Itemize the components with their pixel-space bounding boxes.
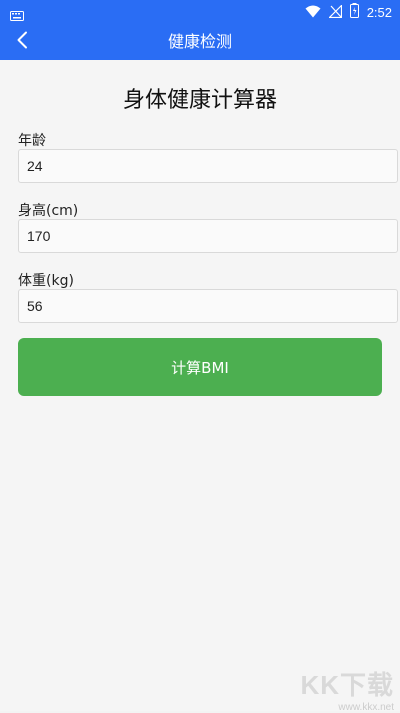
status-time: 2:52 (366, 4, 392, 20)
chevron-left-icon (16, 31, 28, 53)
weight-label: 体重(kg) (18, 273, 74, 289)
status-icons: 2:52 (305, 2, 392, 22)
page-title: 身体健康计算器 (122, 88, 277, 113)
main-content: 身体健康计算器 年龄 24 身高(cm) 170 体重(kg) 56 计算BMI… (0, 60, 400, 713)
age-input[interactable]: 24 (18, 149, 398, 183)
keyboard-icon (10, 6, 24, 21)
height-value: 170 (27, 228, 51, 244)
back-button[interactable] (8, 28, 36, 56)
app-bar: 健康检测 (0, 24, 400, 60)
weight-input[interactable]: 56 (18, 289, 398, 323)
age-value: 24 (27, 158, 43, 174)
watermark-url: www.kkx.net (338, 702, 394, 713)
height-label: 身高(cm) (18, 203, 79, 219)
height-input[interactable]: 170 (18, 219, 398, 253)
weight-value: 56 (27, 298, 43, 314)
no-signal-icon (327, 3, 342, 22)
app-title: 健康检测 (167, 32, 232, 51)
watermark-logo: KK下载 (300, 670, 394, 700)
calculate-bmi-button[interactable]: 计算BMI (18, 338, 382, 396)
battery-icon (349, 2, 359, 22)
wifi-icon (305, 3, 321, 22)
age-label: 年龄 (18, 133, 46, 149)
status-bar: 2:52 (0, 0, 400, 24)
watermark: KK下载 www.kkx.net (274, 665, 394, 713)
